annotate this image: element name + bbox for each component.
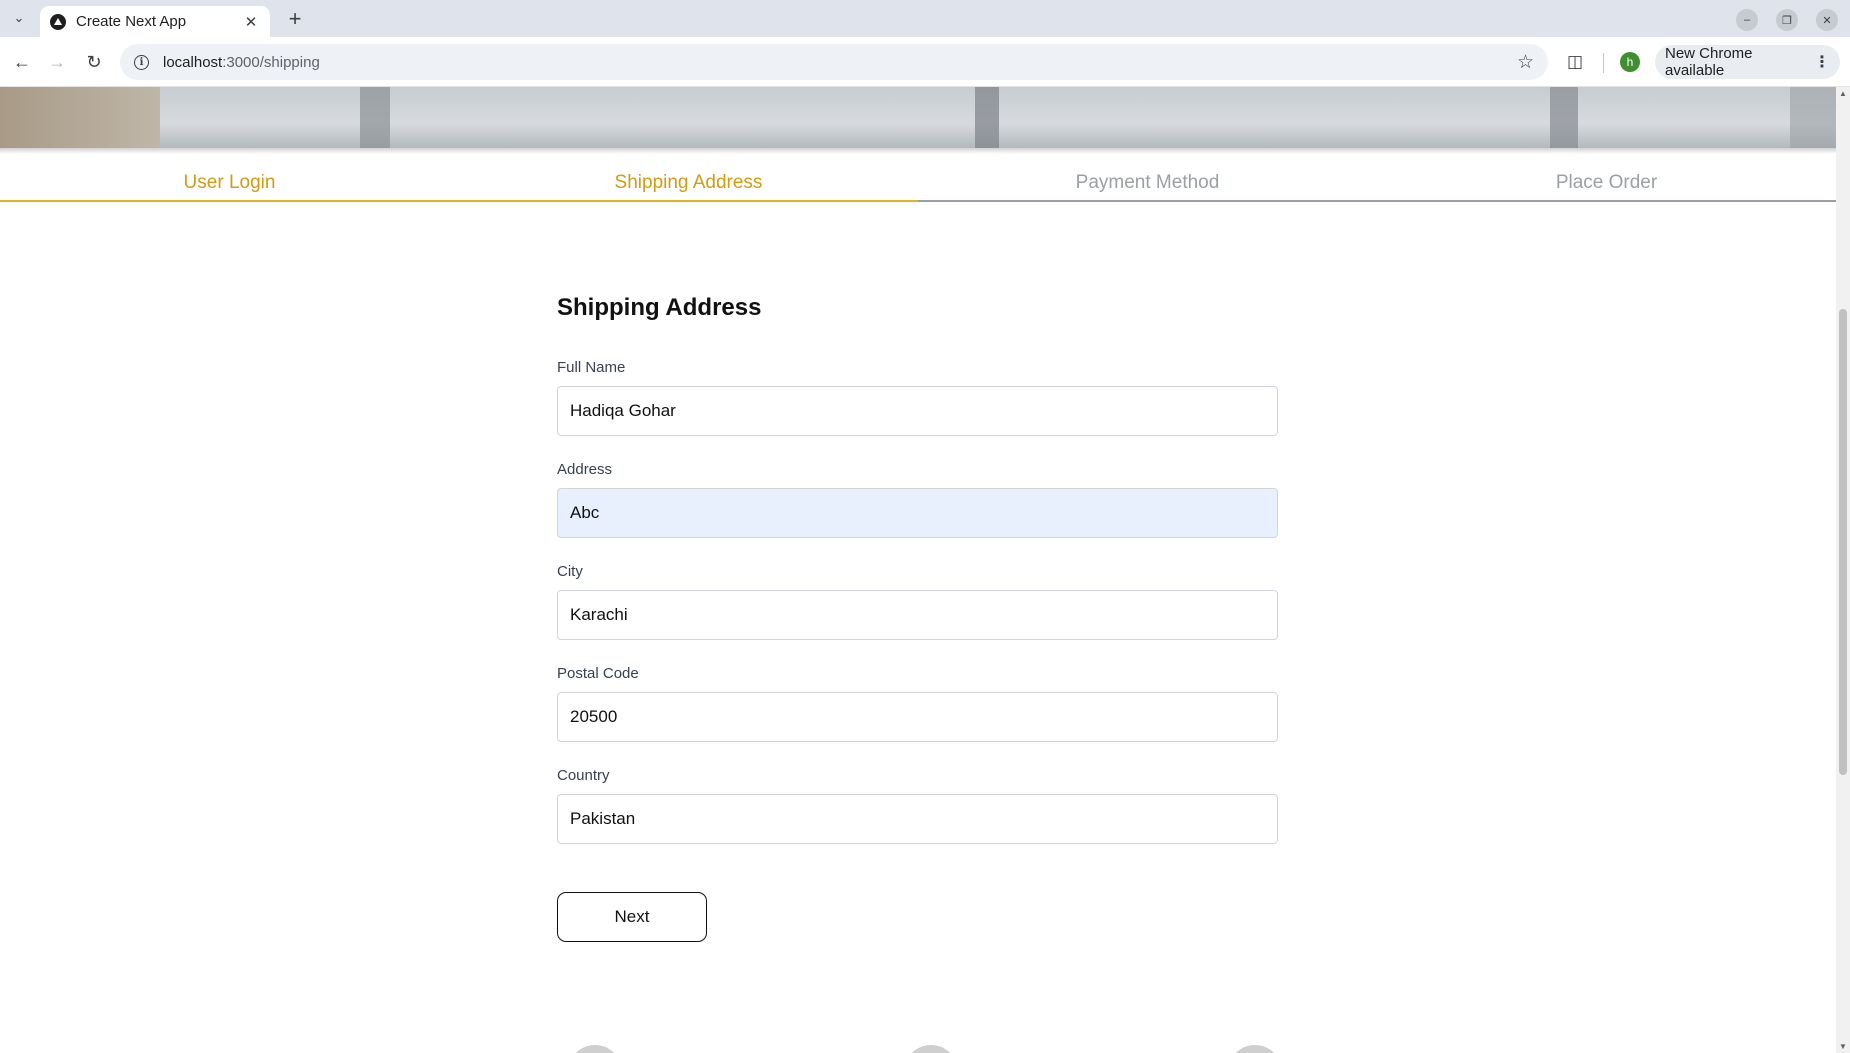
profile-avatar[interactable]: h [1620,52,1640,72]
site-info-icon[interactable]: i [134,54,149,70]
city-label: City [557,563,583,580]
country-field[interactable]: Pakistan [557,794,1278,844]
more-menu-icon[interactable]: ⋮ [1814,52,1830,72]
tab-search-icon[interactable]: ⌄ [8,7,30,29]
step-user-login: User Login [0,171,459,207]
scrollbar-thumb[interactable] [1839,309,1847,775]
next-button[interactable]: Next [557,892,707,942]
step-shipping-address: Shipping Address [459,171,918,207]
scroll-up-icon[interactable]: ▲ [1838,89,1848,98]
checkout-steps: User Login Shipping Address Payment Meth… [0,171,1836,207]
close-tab-icon[interactable]: ✕ [242,13,260,31]
page-title: Shipping Address [557,294,762,321]
minimize-icon[interactable]: – [1736,9,1758,31]
address-field[interactable]: Abc [557,488,1278,538]
chrome-update-button[interactable]: New Chrome available ⋮ [1655,45,1840,79]
toolbar-divider [1603,53,1604,73]
hero-banner-image [0,87,1836,148]
browser-toolbar: ← → ↻ i localhost:3000/shipping ☆ ◫ h Ne… [0,37,1850,87]
step-payment-method: Payment Method [918,171,1377,207]
address-label: Address [557,461,613,478]
full-name-field[interactable]: Hadiqa Gohar [557,386,1278,436]
extensions-icon[interactable]: ◫ [1563,50,1587,74]
url-host: localhost [163,53,223,71]
step-place-order: Place Order [1377,171,1836,207]
tab-title: Create Next App [76,13,187,30]
full-name-label: Full Name [557,359,626,376]
footer-avatar [904,1045,958,1053]
footer-avatar [568,1045,622,1053]
restore-icon[interactable]: ❐ [1776,9,1798,31]
scrollbar[interactable]: ▲ ▼ [1836,87,1850,1053]
back-icon[interactable]: ← [9,49,35,75]
postal-code-field[interactable]: 20500 [557,692,1278,742]
hero-shadow [0,148,1836,154]
page-viewport: User Login Shipping Address Payment Meth… [0,87,1850,1053]
country-label: Country [557,767,610,784]
reload-icon[interactable]: ↻ [81,49,107,75]
city-field[interactable]: Karachi [557,590,1278,640]
tab-strip: ⌄ Create Next App ✕ + – ❐ ✕ [0,0,1850,37]
close-window-icon[interactable]: ✕ [1816,9,1838,31]
address-bar[interactable]: i localhost:3000/shipping ☆ [120,44,1548,80]
scroll-down-icon[interactable]: ▼ [1838,1042,1848,1051]
footer-avatar [1228,1045,1282,1053]
chrome-update-label: New Chrome available [1665,45,1753,79]
nextjs-favicon-icon [50,13,66,30]
url-path: :3000/shipping [222,53,320,71]
new-tab-icon[interactable]: + [282,6,308,32]
forward-icon[interactable]: → [44,49,70,75]
browser-tab[interactable]: Create Next App ✕ [40,6,270,37]
postal-code-label: Postal Code [557,665,639,682]
bookmark-star-icon[interactable]: ☆ [1517,51,1534,74]
